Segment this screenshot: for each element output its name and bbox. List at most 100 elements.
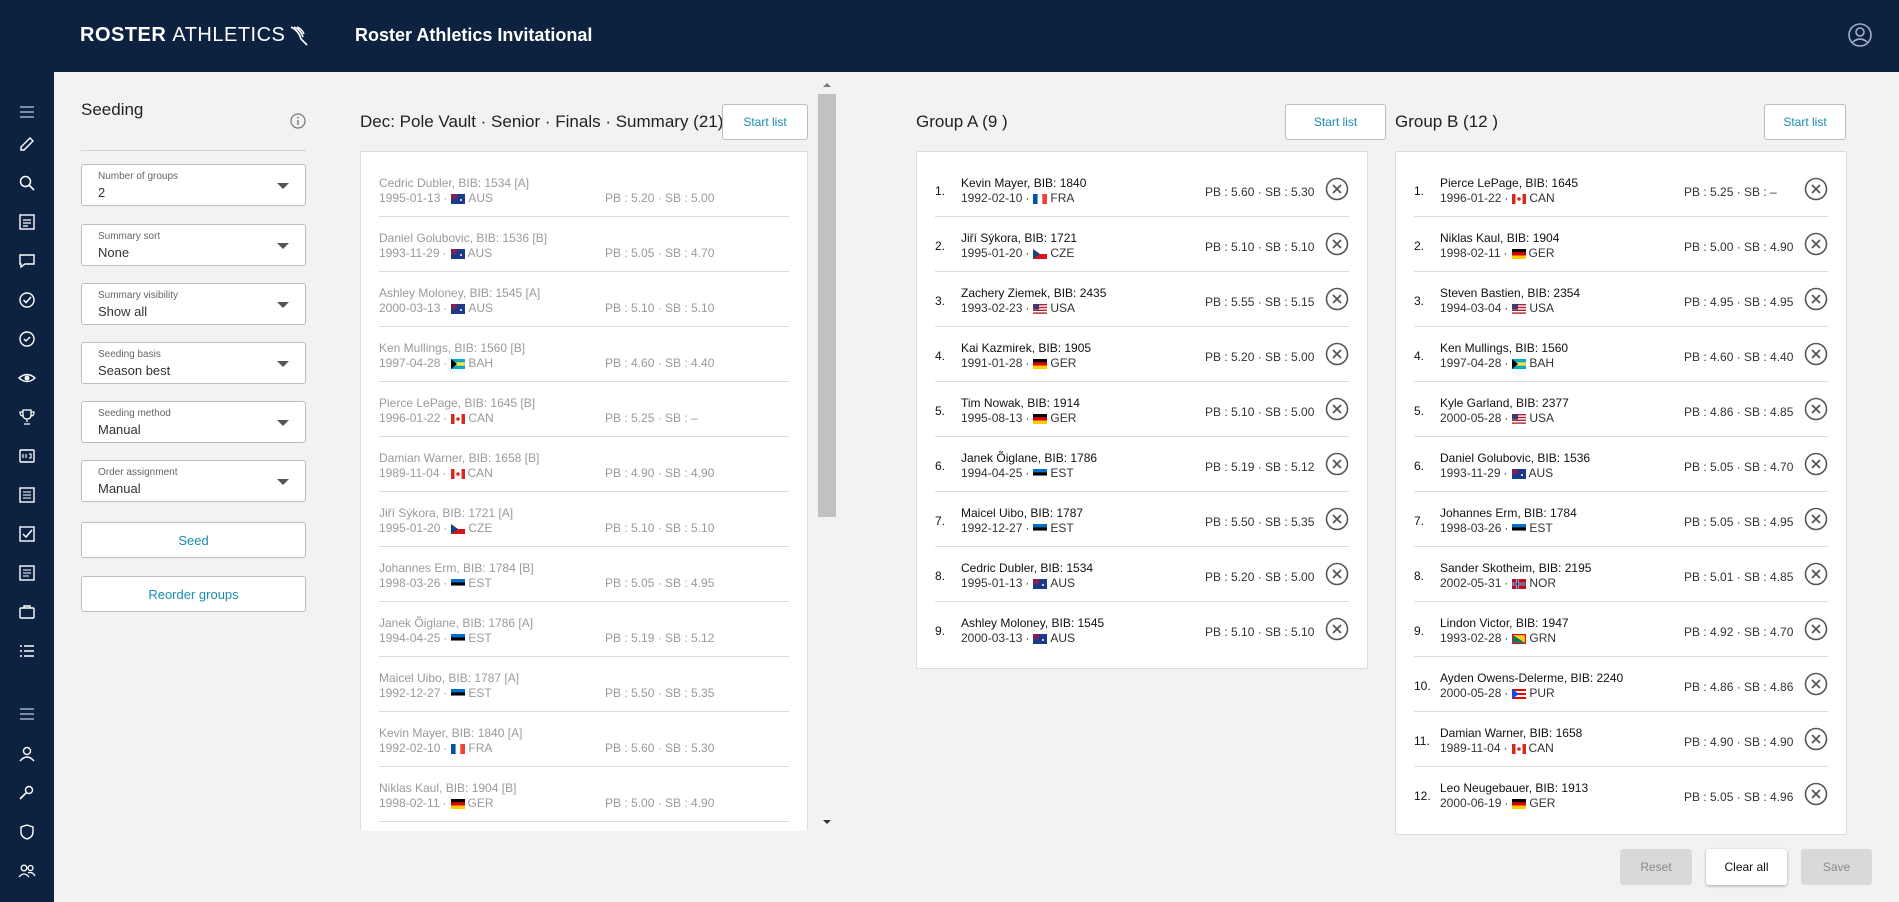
athlete-row[interactable]: 7. Johannes Erm, BIB: 1784 1998-03-26 · EST P… <box>1414 492 1828 547</box>
menu-icon[interactable] <box>17 102 37 122</box>
list-bullets-icon[interactable] <box>17 641 37 661</box>
remove-icon[interactable] <box>1804 562 1828 586</box>
check-circle-icon[interactable] <box>17 290 37 310</box>
document-icon[interactable] <box>17 485 37 505</box>
athlete-row[interactable]: 9. Ashley Moloney, BIB: 1545 2000-03-13 · AU… <box>935 602 1349 657</box>
order-assignment-select[interactable]: Order assignment Manual <box>81 460 306 502</box>
summary-visibility-select[interactable]: Summary visibility Show all <box>81 283 306 325</box>
athlete-row[interactable]: 10. Ayden Owens-Delerme, BIB: 2240 2000-05… <box>1414 657 1828 712</box>
group-icon[interactable] <box>17 861 37 881</box>
athlete-row[interactable]: 6. Daniel Golubovic, BIB: 1536 1993-11-29 ·… <box>1414 437 1828 492</box>
remove-icon[interactable] <box>1325 617 1349 641</box>
check-circle-outline-icon[interactable] <box>17 329 37 349</box>
trophy-icon[interactable] <box>17 407 37 427</box>
remove-icon[interactable] <box>1804 727 1828 751</box>
country-flag-icon <box>450 248 465 259</box>
person-icon[interactable] <box>17 744 37 764</box>
athlete-row[interactable]: Daniel Golubovic, BIB: 1536 [B] 1993-11-2… <box>379 217 789 272</box>
athlete-row[interactable]: 8. Cedric Dubler, BIB: 1534 1995-01-13 · AUS… <box>935 547 1349 602</box>
athlete-row[interactable]: 9. Lindon Victor, BIB: 1947 1993-02-28 · GRN… <box>1414 602 1828 657</box>
remove-icon[interactable] <box>1325 342 1349 366</box>
athlete-row[interactable]: 1. Pierce LePage, BIB: 1645 1996-01-22 · CAN… <box>1414 162 1828 217</box>
remove-icon[interactable] <box>1804 232 1828 256</box>
remove-icon[interactable] <box>1325 177 1349 201</box>
remove-icon[interactable] <box>1804 507 1828 531</box>
athlete-row[interactable]: 3. Steven Bastien, BIB: 2354 1994-03-04 · US… <box>1414 272 1828 327</box>
country-code: BAH <box>468 356 494 370</box>
remove-icon[interactable] <box>1804 397 1828 421</box>
country-code: CAN <box>468 411 494 425</box>
remove-icon[interactable] <box>1804 782 1828 806</box>
athlete-row[interactable]: Ashley Moloney, BIB: 1545 [A] 2000-03-13 ·… <box>379 272 789 327</box>
seed-button[interactable]: Seed <box>81 522 306 558</box>
athlete-row[interactable]: 1. Kevin Mayer, BIB: 1840 1992-02-10 · FRA PB… <box>935 162 1349 217</box>
account-icon[interactable] <box>1847 22 1873 48</box>
menu-icon[interactable] <box>17 704 37 724</box>
scrollbar-thumb[interactable] <box>818 94 836 517</box>
athlete-row[interactable]: 11. Damian Warner, BIB: 1658 1989-11-04 · CA… <box>1414 712 1828 767</box>
remove-icon[interactable] <box>1325 452 1349 476</box>
athlete-row[interactable]: Damian Warner, BIB: 1658 [B] 1989-11-04 · C… <box>379 437 789 492</box>
notes-icon[interactable] <box>17 563 37 583</box>
athlete-row[interactable]: Cedric Dubler, BIB: 1534 [A] 1995-01-13 · A… <box>379 162 789 217</box>
athlete-row[interactable]: Kevin Mayer, BIB: 1840 [A] 1992-02-10 · FRA… <box>379 712 789 767</box>
athlete-row[interactable]: Maicel Uibo, BIB: 1787 [A] 1992-12-27 · EST… <box>379 657 789 712</box>
athlete-row[interactable]: Janek Õiglane, BIB: 1786 [A] 1994-04-25 · E… <box>379 602 789 657</box>
seeding-basis-select[interactable]: Seeding basis Season best <box>81 342 306 384</box>
group-a-start-list-button[interactable]: Start list <box>1285 104 1386 140</box>
remove-icon[interactable] <box>1804 287 1828 311</box>
athlete-row[interactable]: 12. Leo Neugebauer, BIB: 1913 2000-06-19 · G… <box>1414 767 1828 822</box>
briefcase-icon[interactable] <box>17 602 37 622</box>
remove-icon[interactable] <box>1325 232 1349 256</box>
info-icon[interactable] <box>290 113 306 129</box>
remove-icon[interactable] <box>1325 287 1349 311</box>
edit-icon[interactable] <box>17 134 37 154</box>
remove-icon[interactable] <box>1804 452 1828 476</box>
athlete-row[interactable]: Jiří Sýkora, BIB: 1721 [A] 1995-01-20 · CZE… <box>379 492 789 547</box>
number-of-groups-select[interactable]: Number of groups 2 <box>81 164 306 206</box>
group-b-start-list-button[interactable]: Start list <box>1764 104 1846 140</box>
chat-icon[interactable] <box>17 251 37 271</box>
checkbox-icon[interactable] <box>17 524 37 544</box>
athlete-row[interactable]: 7. Maicel Uibo, BIB: 1787 1992-12-27 · EST PB… <box>935 492 1349 547</box>
summary-start-list-button[interactable]: Start list <box>722 104 808 140</box>
athlete-row[interactable]: Pierce LePage, BIB: 1645 [B] 1996-01-22 · C… <box>379 382 789 437</box>
remove-icon[interactable] <box>1325 397 1349 421</box>
remove-icon[interactable] <box>1325 507 1349 531</box>
eye-icon[interactable] <box>17 368 37 388</box>
athlete-row[interactable]: 5. Kyle Garland, BIB: 2377 2000-05-28 · USA P… <box>1414 382 1828 437</box>
shield-icon[interactable] <box>17 822 37 842</box>
remove-icon[interactable] <box>1804 617 1828 641</box>
remove-icon[interactable] <box>1325 562 1349 586</box>
athlete-row[interactable]: 3. Zachery Ziemek, BIB: 2435 1993-02-23 · US… <box>935 272 1349 327</box>
athlete-row[interactable]: Johannes Erm, BIB: 1784 [B] 1998-03-26 · ES… <box>379 547 789 602</box>
remove-icon[interactable] <box>1804 342 1828 366</box>
summary-sort-select[interactable]: Summary sort None <box>81 224 306 266</box>
search-icon[interactable] <box>17 173 37 193</box>
country-code: AUS <box>1528 466 1554 480</box>
logo[interactable]: ROSTER ATHLETICS <box>80 24 309 47</box>
position-number: 6. <box>935 459 946 473</box>
athlete-row[interactable]: 5. Tim Nowak, BIB: 1914 1995-08-13 · GER PB :… <box>935 382 1349 437</box>
clear-all-button[interactable]: Clear all <box>1706 849 1787 885</box>
country-code: AUS <box>1050 631 1076 645</box>
athlete-row[interactable]: 2. Niklas Kaul, BIB: 1904 1998-02-11 · GER PB… <box>1414 217 1828 272</box>
athlete-row[interactable]: Niklas Kaul, BIB: 1904 [B] 1998-02-11 · GER… <box>379 767 789 822</box>
athlete-row[interactable]: 2. Jiří Sýkora, BIB: 1721 1995-01-20 · CZE PB… <box>935 217 1349 272</box>
scroll-down-icon[interactable] <box>818 817 836 827</box>
reorder-groups-button[interactable]: Reorder groups <box>81 576 306 612</box>
pin-icon[interactable] <box>17 783 37 803</box>
athlete-row[interactable]: 8. Sander Skotheim, BIB: 2195 2002-05-31 · N… <box>1414 547 1828 602</box>
reset-button[interactable]: Reset <box>1620 849 1692 885</box>
remove-icon[interactable] <box>1804 672 1828 696</box>
seeding-method-select[interactable]: Seeding method Manual <box>81 401 306 443</box>
scoreboard-icon[interactable] <box>17 446 37 466</box>
athlete-row[interactable]: 4. Kai Kazmirek, BIB: 1905 1991-01-28 · GER P… <box>935 327 1349 382</box>
athlete-row[interactable]: 6. Janek Õiglane, BIB: 1786 1994-04-25 · EST… <box>935 437 1349 492</box>
scroll-up-icon[interactable] <box>818 80 836 90</box>
list-icon[interactable] <box>17 212 37 232</box>
remove-icon[interactable] <box>1804 177 1828 201</box>
save-button[interactable]: Save <box>1801 849 1872 885</box>
athlete-row[interactable]: 4. Ken Mullings, BIB: 1560 1997-04-28 · BAH P… <box>1414 327 1828 382</box>
athlete-row[interactable]: Ken Mullings, BIB: 1560 [B] 1997-04-28 · BA… <box>379 327 789 382</box>
